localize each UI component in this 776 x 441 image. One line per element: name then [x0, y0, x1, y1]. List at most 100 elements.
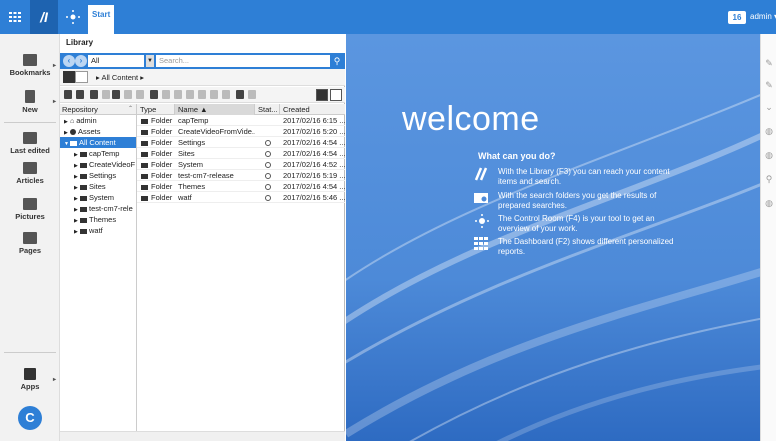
search-scope-select[interactable]: All: [88, 55, 144, 67]
notification-count-badge[interactable]: 16: [728, 11, 746, 24]
globe-icon[interactable]: ◍: [764, 198, 774, 208]
pages-icon: [23, 232, 37, 244]
user-menu[interactable]: admin ▾: [750, 12, 776, 21]
column-type[interactable]: Type: [137, 104, 175, 115]
trash-icon[interactable]: [248, 90, 256, 99]
new-document-icon: [25, 90, 35, 103]
globe-icon[interactable]: ◍: [764, 126, 774, 136]
folder-icon: [70, 140, 77, 146]
library-logo-icon[interactable]: /I: [30, 0, 58, 34]
nav-pages[interactable]: Pages: [0, 232, 60, 255]
search-folder-toggle-icon[interactable]: [75, 71, 88, 83]
thumbnail-view-icon[interactable]: [330, 89, 342, 101]
folder-icon: [141, 118, 148, 124]
tree-item[interactable]: ▶ CreateVideoF: [60, 159, 136, 170]
tree-item[interactable]: ▶ Assets: [60, 126, 136, 137]
column-status[interactable]: Stat...: [255, 104, 280, 115]
withdraw-icon[interactable]: [186, 90, 194, 99]
sync-icon[interactable]: [210, 90, 218, 99]
folder-icon: [141, 162, 148, 168]
tab-start[interactable]: Start: [88, 5, 114, 34]
breadcrumb-item[interactable]: ▸ All Content ▸: [96, 73, 144, 82]
table-row[interactable]: Folder Settings 2017/02/16 4:54 ...: [137, 137, 345, 148]
published-globe-icon: [265, 140, 271, 147]
tree-item[interactable]: ▶ ⌂ admin: [60, 115, 136, 126]
preview-icon[interactable]: [198, 90, 206, 99]
nav-new[interactable]: New ▸: [0, 90, 60, 114]
compare-icon[interactable]: [222, 90, 230, 99]
table-row[interactable]: Folder watf 2017/02/16 5:46 ...: [137, 192, 345, 203]
new-folder-icon[interactable]: [64, 90, 72, 99]
published-globe-icon: [265, 151, 271, 158]
published-globe-icon: [265, 173, 271, 180]
welcome-title: welcome: [402, 100, 540, 138]
control-room-icon[interactable]: [58, 0, 88, 34]
nav-pictures[interactable]: Pictures: [0, 198, 60, 221]
edit-icon[interactable]: [136, 90, 144, 99]
welcome-subtitle: What can you do?: [478, 151, 556, 161]
tree-item[interactable]: ▶ System: [60, 192, 136, 203]
repository-tree: Repository ⌃ ▶ ⌂ admin ▶ Assets ▼ All Conten…: [60, 104, 137, 441]
folder-icon: [80, 195, 87, 201]
tree-toggle-icon[interactable]: [63, 71, 75, 83]
horizontal-scrollbar[interactable]: [60, 431, 345, 441]
bookmark-star-icon[interactable]: [150, 90, 158, 99]
table-row[interactable]: Folder System 2017/02/16 4:52 ...: [137, 159, 345, 170]
approve-icon[interactable]: [162, 90, 170, 99]
library-toolbar: [60, 87, 345, 103]
search-icon[interactable]: ⚲: [764, 174, 774, 184]
tree-header[interactable]: Repository ⌃: [60, 104, 136, 115]
folder-icon: [80, 184, 87, 190]
nav-divider: [4, 352, 56, 353]
apps-grid-icon[interactable]: [0, 0, 30, 34]
tree-item[interactable]: ▶ Settings: [60, 170, 136, 181]
globe-sort-icon[interactable]: [236, 90, 244, 99]
articles-icon: [23, 162, 37, 174]
nav-divider: [4, 122, 56, 123]
folder-icon: [141, 151, 148, 157]
back-arrow-icon[interactable]: ‹: [63, 55, 75, 67]
tree-item[interactable]: ▶ test-cm7-rele: [60, 203, 136, 214]
chevron-down-icon[interactable]: ⌄: [764, 102, 774, 112]
edit-icon[interactable]: ✎: [764, 80, 774, 90]
nav-bookmarks[interactable]: Bookmarks ▸: [0, 54, 60, 77]
tree-item[interactable]: ▼ All Content: [60, 137, 136, 148]
nav-articles[interactable]: Articles: [0, 162, 60, 185]
table-row[interactable]: Folder test-cm7-release 2017/02/16 5:19 …: [137, 170, 345, 181]
table-row[interactable]: Folder capTemp 2017/02/16 6:15 ...: [137, 115, 345, 126]
forward-arrow-icon[interactable]: ›: [75, 55, 87, 67]
tree-item[interactable]: ▶ watf: [60, 225, 136, 236]
tree-item[interactable]: ▶ Sites: [60, 181, 136, 192]
globe-icon[interactable]: ◍: [764, 150, 774, 160]
published-globe-icon: [265, 184, 271, 191]
coremedia-logo-icon[interactable]: C: [18, 406, 42, 430]
bookmarks-icon: [23, 54, 37, 66]
search-icon[interactable]: ⚲: [331, 55, 343, 67]
nav-pages-label: Pages: [18, 246, 42, 255]
table-row[interactable]: Folder Sites 2017/02/16 4:54 ...: [137, 148, 345, 159]
filter-icon[interactable]: [90, 90, 98, 99]
list-view-icon[interactable]: [316, 89, 328, 101]
folder-icon: [80, 206, 87, 212]
table-row[interactable]: Folder Themes 2017/02/16 4:54 ...: [137, 181, 345, 192]
copy-icon[interactable]: [112, 90, 120, 99]
apps-icon: [24, 368, 36, 380]
breadcrumb: ▸ All Content ▸: [60, 69, 345, 86]
folder-icon: [141, 173, 148, 179]
cut-icon[interactable]: [102, 90, 110, 99]
new-content-icon[interactable]: [76, 90, 84, 99]
nav-articles-label: Articles: [16, 176, 44, 185]
column-name[interactable]: Name ▲: [175, 104, 255, 115]
edit-icon[interactable]: ✎: [764, 58, 774, 68]
nav-apps[interactable]: Apps ▸: [0, 368, 60, 391]
delete-icon[interactable]: [124, 90, 132, 99]
nav-last-edited[interactable]: Last edited: [0, 132, 60, 155]
publish-icon[interactable]: [174, 90, 182, 99]
column-created[interactable]: Created: [280, 104, 345, 115]
tree-item[interactable]: ▶ Themes: [60, 214, 136, 225]
tree-item[interactable]: ▶ capTemp: [60, 148, 136, 159]
chevron-down-icon[interactable]: ▼: [146, 55, 154, 67]
search-input[interactable]: Search...: [156, 55, 330, 67]
nav-pictures-label: Pictures: [15, 212, 45, 221]
table-row[interactable]: Folder CreateVideoFromVide... 2017/02/16…: [137, 126, 345, 137]
